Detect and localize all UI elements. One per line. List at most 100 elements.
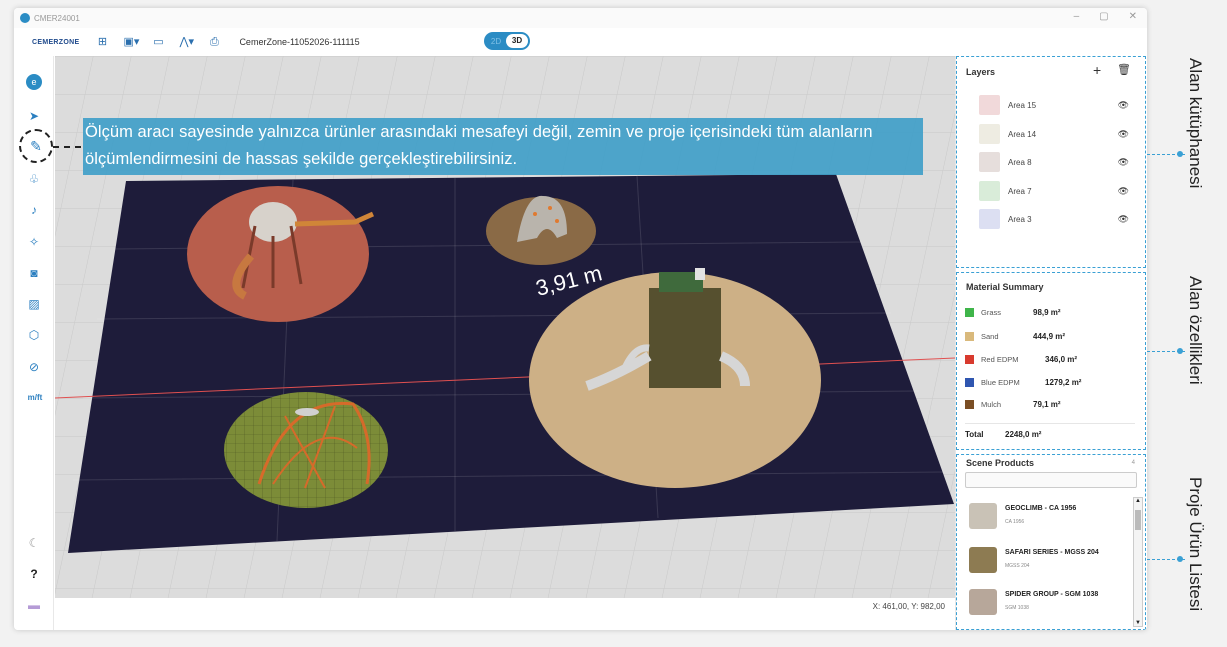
- window-controls: – ▢ ✕: [1074, 11, 1137, 22]
- product-code: SGM 1038: [1005, 605, 1029, 611]
- material-row: Red EDPM 346,0 m²: [965, 352, 1135, 366]
- material-row: Grass 98,9 m²: [965, 305, 1135, 319]
- visibility-eye-icon[interactable]: 👁: [1118, 186, 1129, 197]
- project-name: CemerZone-11052026-111115: [239, 37, 360, 47]
- window-title: CMER24001: [34, 13, 80, 23]
- keyboard-icon[interactable]: ▬: [26, 597, 42, 613]
- maximize-icon[interactable]: ▢: [1099, 11, 1108, 22]
- layer-swatch: [979, 152, 1000, 172]
- product-code: CA 1956: [1005, 519, 1025, 525]
- app-window: CMER24001 – ▢ ✕ CEMERZONE ⊞ ▣▾ ▭ ⋀▾ ⎙ Ce…: [14, 8, 1147, 630]
- product-item[interactable]: SPIDER GROUP - SGM 1038 SGM 1038: [969, 585, 1129, 621]
- view-3d-option[interactable]: 3D: [506, 34, 528, 48]
- layer-swatch: [979, 124, 1000, 144]
- select-pointer-icon[interactable]: ➤: [26, 108, 42, 124]
- units-toggle-icon[interactable]: m/ft: [23, 390, 47, 406]
- title-bar: CMER24001 – ▢ ✕: [14, 8, 1147, 28]
- minimize-icon[interactable]: –: [1074, 11, 1080, 22]
- layers-caption: Alan kütüphanesi: [1186, 58, 1205, 189]
- add-layer-button[interactable]: +: [1093, 62, 1101, 78]
- material-caption: Alan özellikleri: [1186, 276, 1205, 385]
- save-icon[interactable]: ▣▾: [123, 35, 139, 49]
- layer-row[interactable]: Area 7 👁: [979, 181, 1129, 201]
- product-thumbnail: [969, 503, 997, 529]
- material-row: Mulch 79,1 m²: [965, 397, 1135, 411]
- material-name: Grass: [981, 307, 1002, 317]
- layers-connector-dot: [1177, 151, 1183, 157]
- right-panels: Layers + 🗑 Area 15 👁 Area 14 👁 Area 8 👁 …: [955, 56, 1147, 630]
- material-row: Blue EDPM 1279,2 m²: [965, 375, 1135, 389]
- material-value: 79,1 m²: [1033, 399, 1061, 409]
- material-summary-title: Material Summary: [966, 282, 1044, 292]
- layer-row[interactable]: Area 8 👁: [979, 152, 1129, 172]
- scene-products-panel: Scene Products 4 GEOCLIMB - CA 1956 CA 1…: [956, 454, 1146, 630]
- new-file-icon[interactable]: ⊞: [95, 35, 109, 49]
- product-thumbnail: [969, 547, 997, 573]
- scene-products-title: Scene Products: [966, 458, 1035, 468]
- hide-icon[interactable]: ⊘: [26, 359, 42, 375]
- effects-icon[interactable]: ✧: [26, 234, 42, 250]
- material-summary-panel: Material Summary Grass 98,9 m² Sand 444,…: [956, 272, 1146, 450]
- material-name: Sand: [981, 331, 999, 341]
- scroll-up-icon[interactable]: ▲: [1134, 498, 1142, 504]
- help-icon[interactable]: ?: [26, 566, 42, 582]
- material-connector-dot: [1177, 348, 1183, 354]
- camera-icon[interactable]: ◙: [26, 265, 42, 281]
- app-logo-icon[interactable]: e: [26, 74, 42, 90]
- image-icon[interactable]: ▨: [26, 296, 42, 312]
- toolbar: CEMERZONE ⊞ ▣▾ ▭ ⋀▾ ⎙ CemerZone-11052026…: [14, 28, 1147, 56]
- coordinates-readout: X: 461,00, Y: 982,00: [55, 598, 955, 630]
- product-search-input[interactable]: [965, 472, 1137, 488]
- ruler-highlight-circle: ✎: [19, 129, 53, 163]
- cube-icon[interactable]: ⬡: [26, 327, 42, 343]
- bell-icon[interactable]: ♪: [26, 202, 42, 218]
- layer-name: Area 14: [1008, 129, 1037, 139]
- visibility-eye-icon[interactable]: 👁: [1118, 100, 1129, 111]
- material-swatch: [965, 307, 974, 317]
- layer-name: Area 7: [1008, 186, 1032, 196]
- callout-connector-line: [53, 146, 81, 148]
- material-name: Mulch: [981, 399, 1002, 409]
- delete-layer-icon[interactable]: 🗑: [1117, 63, 1131, 76]
- product-item[interactable]: SAFARI SERIES - MGSS 204 MGSS 204: [969, 543, 1129, 579]
- total-label: Total: [965, 430, 984, 439]
- layer-row[interactable]: Area 15 👁: [979, 95, 1129, 115]
- material-value: 98,9 m²: [1033, 307, 1061, 317]
- close-icon[interactable]: ✕: [1129, 11, 1137, 22]
- moon-icon[interactable]: ☾: [26, 535, 42, 551]
- share-icon[interactable]: ⋀▾: [179, 35, 194, 49]
- scroll-thumb[interactable]: [1135, 510, 1141, 530]
- product-list-scrollbar[interactable]: ▲ ▼: [1133, 497, 1143, 627]
- visibility-eye-icon[interactable]: 👁: [1118, 129, 1129, 140]
- product-code: MGSS 204: [1005, 563, 1030, 569]
- material-swatch: [965, 377, 974, 387]
- view-mode-toggle[interactable]: 2D 3D: [484, 32, 530, 50]
- view-2d-option[interactable]: 2D: [486, 37, 506, 46]
- visibility-eye-icon[interactable]: 👁: [1118, 214, 1129, 225]
- ruler-icon: ✎: [30, 138, 42, 154]
- layers-title: Layers: [966, 67, 996, 77]
- material-value: 1279,2 m²: [1045, 377, 1082, 387]
- scroll-down-icon[interactable]: ▼: [1134, 620, 1142, 626]
- material-swatch: [965, 331, 974, 341]
- export-pdf-icon[interactable]: ⎙: [207, 35, 221, 49]
- layer-row[interactable]: Area 3 👁: [979, 209, 1129, 229]
- open-folder-icon[interactable]: ▭: [151, 35, 165, 49]
- material-name: Red EDPM: [981, 354, 1019, 364]
- material-swatch: [965, 399, 974, 409]
- product-title: SAFARI SERIES - MGSS 204: [1005, 549, 1099, 556]
- visibility-eye-icon[interactable]: 👁: [1118, 157, 1129, 168]
- product-title: GEOCLIMB - CA 1956: [1005, 505, 1077, 512]
- shapes-icon[interactable]: ♧: [26, 171, 42, 187]
- material-total-row: Total 2248,0 m²: [965, 423, 1135, 439]
- material-row: Sand 444,9 m²: [965, 329, 1135, 343]
- layers-panel: Layers + 🗑 Area 15 👁 Area 14 👁 Area 8 👁 …: [956, 56, 1146, 268]
- product-thumbnail: [969, 589, 997, 615]
- layer-row[interactable]: Area 14 👁: [979, 124, 1129, 144]
- product-item[interactable]: GEOCLIMB - CA 1956 CA 1956: [969, 499, 1129, 535]
- app-icon: [20, 13, 30, 23]
- product-title: SPIDER GROUP - SGM 1038: [1005, 591, 1099, 598]
- total-value: 2248,0 m²: [1005, 430, 1042, 439]
- layer-swatch: [979, 95, 1000, 115]
- products-connector-dot: [1177, 556, 1183, 562]
